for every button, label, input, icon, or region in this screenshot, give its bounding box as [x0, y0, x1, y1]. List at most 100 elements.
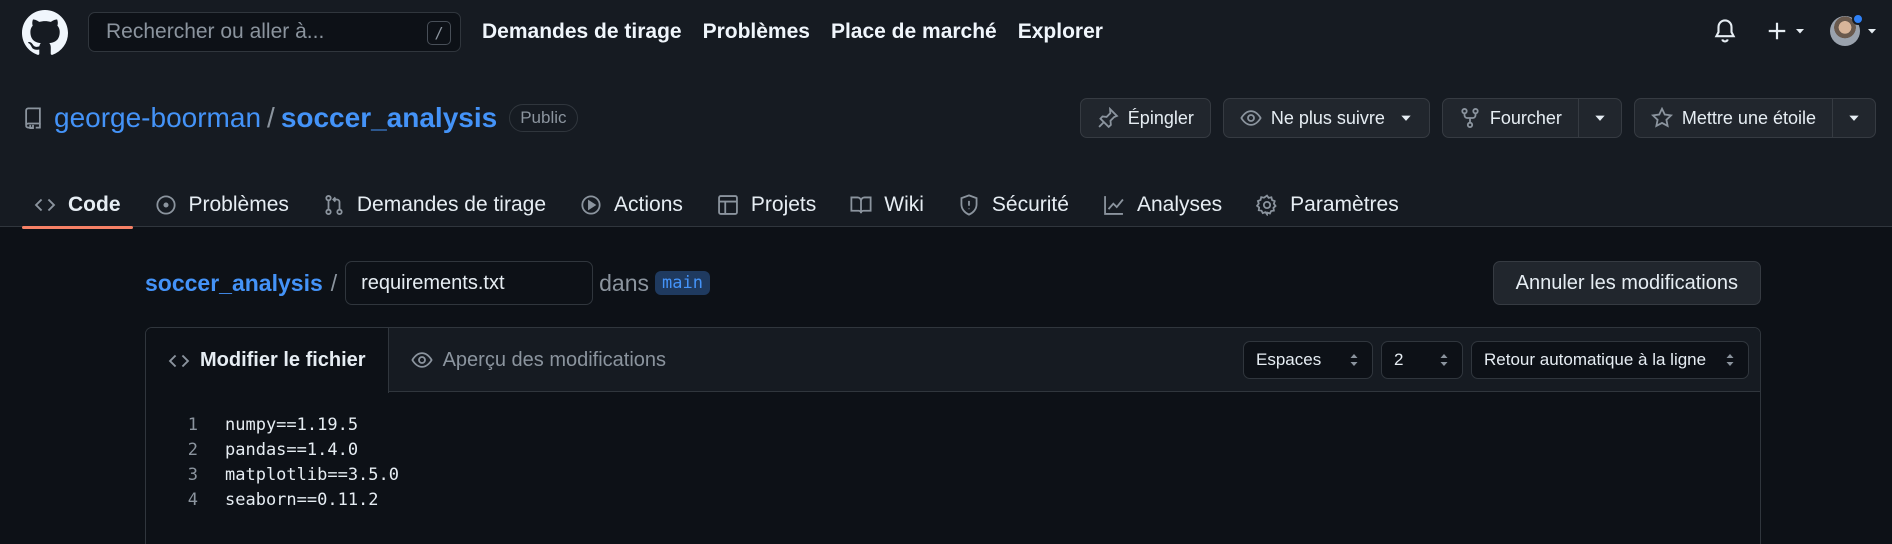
eye-icon	[410, 352, 433, 368]
book-icon	[850, 196, 872, 214]
repo-header: george-boorman / soccer_analysis Public …	[0, 74, 1892, 229]
search-shortcut-key: /	[427, 21, 451, 45]
file-path-breadcrumb: soccer_analysis / dans main	[145, 261, 710, 305]
fork-button-group: Fourcher	[1441, 98, 1622, 138]
tab-issues[interactable]: Problèmes	[143, 182, 301, 228]
breadcrumb-repo-link[interactable]: soccer_analysis	[145, 270, 323, 297]
tab-settings-label: Paramètres	[1290, 193, 1399, 216]
user-menu[interactable]	[1830, 13, 1878, 46]
code-line: 3 matplotlib==3.5.0	[146, 462, 1760, 487]
repo-icon	[25, 107, 41, 129]
pin-icon	[1098, 107, 1119, 129]
editor-toolbar: Modifier le fichier Aperçu des modificat…	[146, 328, 1760, 393]
repo-name-link[interactable]: soccer_analysis	[281, 102, 497, 134]
chevron-down-icon	[1595, 115, 1605, 121]
fork-button-label: Fourcher	[1489, 107, 1562, 128]
tab-projects-label: Projets	[750, 193, 817, 216]
code-line: 4 seaborn==0.11.2	[146, 487, 1760, 512]
line-text: matplotlib==3.5.0	[225, 464, 399, 485]
issue-icon	[155, 195, 176, 215]
line-number: 2	[187, 439, 198, 460]
tab-issues-label: Problèmes	[188, 193, 289, 216]
search-input[interactable]: Rechercher ou aller à... /	[88, 12, 461, 52]
select-arrows-icon	[1350, 354, 1358, 366]
repo-title: george-boorman / soccer_analysis Public	[22, 102, 578, 134]
indent-size-value: 2	[1394, 350, 1404, 369]
line-text: pandas==1.4.0	[225, 439, 359, 460]
unwatch-button[interactable]: Ne plus suivre	[1222, 98, 1430, 138]
cancel-changes-button[interactable]: Annuler les modifications	[1492, 261, 1761, 305]
tab-insights[interactable]: Analyses	[1091, 182, 1234, 228]
play-icon	[581, 195, 601, 215]
tab-code[interactable]: Code	[22, 182, 133, 229]
tab-code-label: Code	[68, 193, 121, 216]
indent-size-select[interactable]: 2	[1381, 341, 1463, 379]
header-actions	[1712, 13, 1878, 46]
line-number: 4	[187, 489, 198, 510]
code-icon	[168, 354, 190, 367]
global-header: Rechercher ou aller à... / Demandes de t…	[0, 0, 1892, 74]
unwatch-button-label: Ne plus suivre	[1270, 107, 1385, 128]
pin-button[interactable]: Épingler	[1079, 98, 1211, 138]
tab-settings[interactable]: Paramètres	[1244, 182, 1411, 228]
tab-insights-label: Analyses	[1136, 193, 1223, 216]
branch-badge[interactable]: main	[655, 271, 710, 295]
tab-preview-changes[interactable]: Aperçu des modifications	[389, 328, 688, 392]
code-line: 1 numpy==1.19.5	[146, 412, 1760, 437]
graph-icon	[1104, 196, 1124, 215]
star-button[interactable]: Mettre une étoile	[1633, 98, 1833, 138]
line-text: numpy==1.19.5	[225, 414, 359, 435]
shield-icon	[960, 194, 978, 216]
tab-preview-changes-label: Aperçu des modifications	[442, 348, 667, 371]
repo-owner-link[interactable]: george-boorman	[54, 102, 261, 134]
search-placeholder: Rechercher ou aller à...	[106, 20, 325, 43]
indent-mode-select[interactable]: Espaces	[1243, 341, 1373, 379]
fork-icon	[1461, 108, 1479, 128]
tab-wiki[interactable]: Wiki	[838, 182, 936, 228]
repo-tabs: Code Problèmes Demandes de tirage Action…	[22, 182, 1421, 229]
code-line: 2 pandas==1.4.0	[146, 437, 1760, 462]
plus-icon	[1768, 22, 1786, 40]
tab-projects[interactable]: Projets	[705, 182, 828, 228]
pull-request-icon	[325, 195, 343, 215]
line-text: seaborn==0.11.2	[225, 489, 379, 510]
tab-pull-requests-label: Demandes de tirage	[356, 193, 547, 216]
star-button-label: Mettre une étoile	[1681, 107, 1816, 128]
nav-issues[interactable]: Problèmes	[703, 20, 810, 44]
nav-explore[interactable]: Explorer	[1018, 20, 1103, 44]
table-icon	[718, 195, 738, 215]
fork-dropdown-button[interactable]	[1578, 98, 1622, 138]
repo-title-separator: /	[267, 102, 275, 133]
star-icon	[1650, 107, 1673, 128]
avatar	[1830, 13, 1864, 46]
line-number: 3	[187, 464, 198, 485]
tab-edit-file-label: Modifier le fichier	[200, 349, 366, 371]
notifications-bell-icon[interactable]	[1712, 17, 1738, 45]
nav-marketplace[interactable]: Place de marché	[831, 20, 997, 44]
tab-security[interactable]: Sécurité	[946, 182, 1081, 228]
line-wrap-select[interactable]: Retour automatique à la ligne	[1471, 341, 1749, 379]
line-wrap-value: Retour automatique à la ligne	[1484, 350, 1707, 369]
nav-pull-requests[interactable]: Demandes de tirage	[482, 20, 682, 44]
select-arrows-icon	[1440, 354, 1448, 366]
unread-indicator-dot	[1852, 13, 1864, 25]
tab-edit-file[interactable]: Modifier le fichier	[146, 328, 389, 393]
filename-input[interactable]	[345, 261, 594, 305]
code-editor-content[interactable]: 1 numpy==1.19.5 2 pandas==1.4.0 3 matplo…	[146, 392, 1760, 512]
tab-wiki-label: Wiki	[884, 193, 924, 216]
editor-options: Espaces 2 Retour automatique à la ligne	[1243, 341, 1749, 379]
repo-actions: Épingler Ne plus suivre Fourcher Mettre …	[1079, 98, 1876, 138]
eye-icon	[1240, 110, 1262, 126]
create-new-menu[interactable]	[1766, 20, 1806, 42]
tab-pull-requests[interactable]: Demandes de tirage	[311, 182, 558, 228]
star-button-group: Mettre une étoile	[1633, 98, 1876, 138]
branch-in-label: dans	[599, 269, 650, 296]
chevron-down-icon	[1868, 29, 1876, 34]
visibility-badge: Public	[509, 104, 578, 132]
fork-button[interactable]: Fourcher	[1441, 98, 1579, 138]
global-nav: Demandes de tirage Problèmes Place de ma…	[482, 20, 1124, 44]
tab-security-label: Sécurité	[991, 193, 1069, 216]
tab-actions[interactable]: Actions	[568, 182, 695, 228]
star-dropdown-button[interactable]	[1833, 98, 1876, 138]
github-logo-icon[interactable]	[22, 10, 68, 56]
